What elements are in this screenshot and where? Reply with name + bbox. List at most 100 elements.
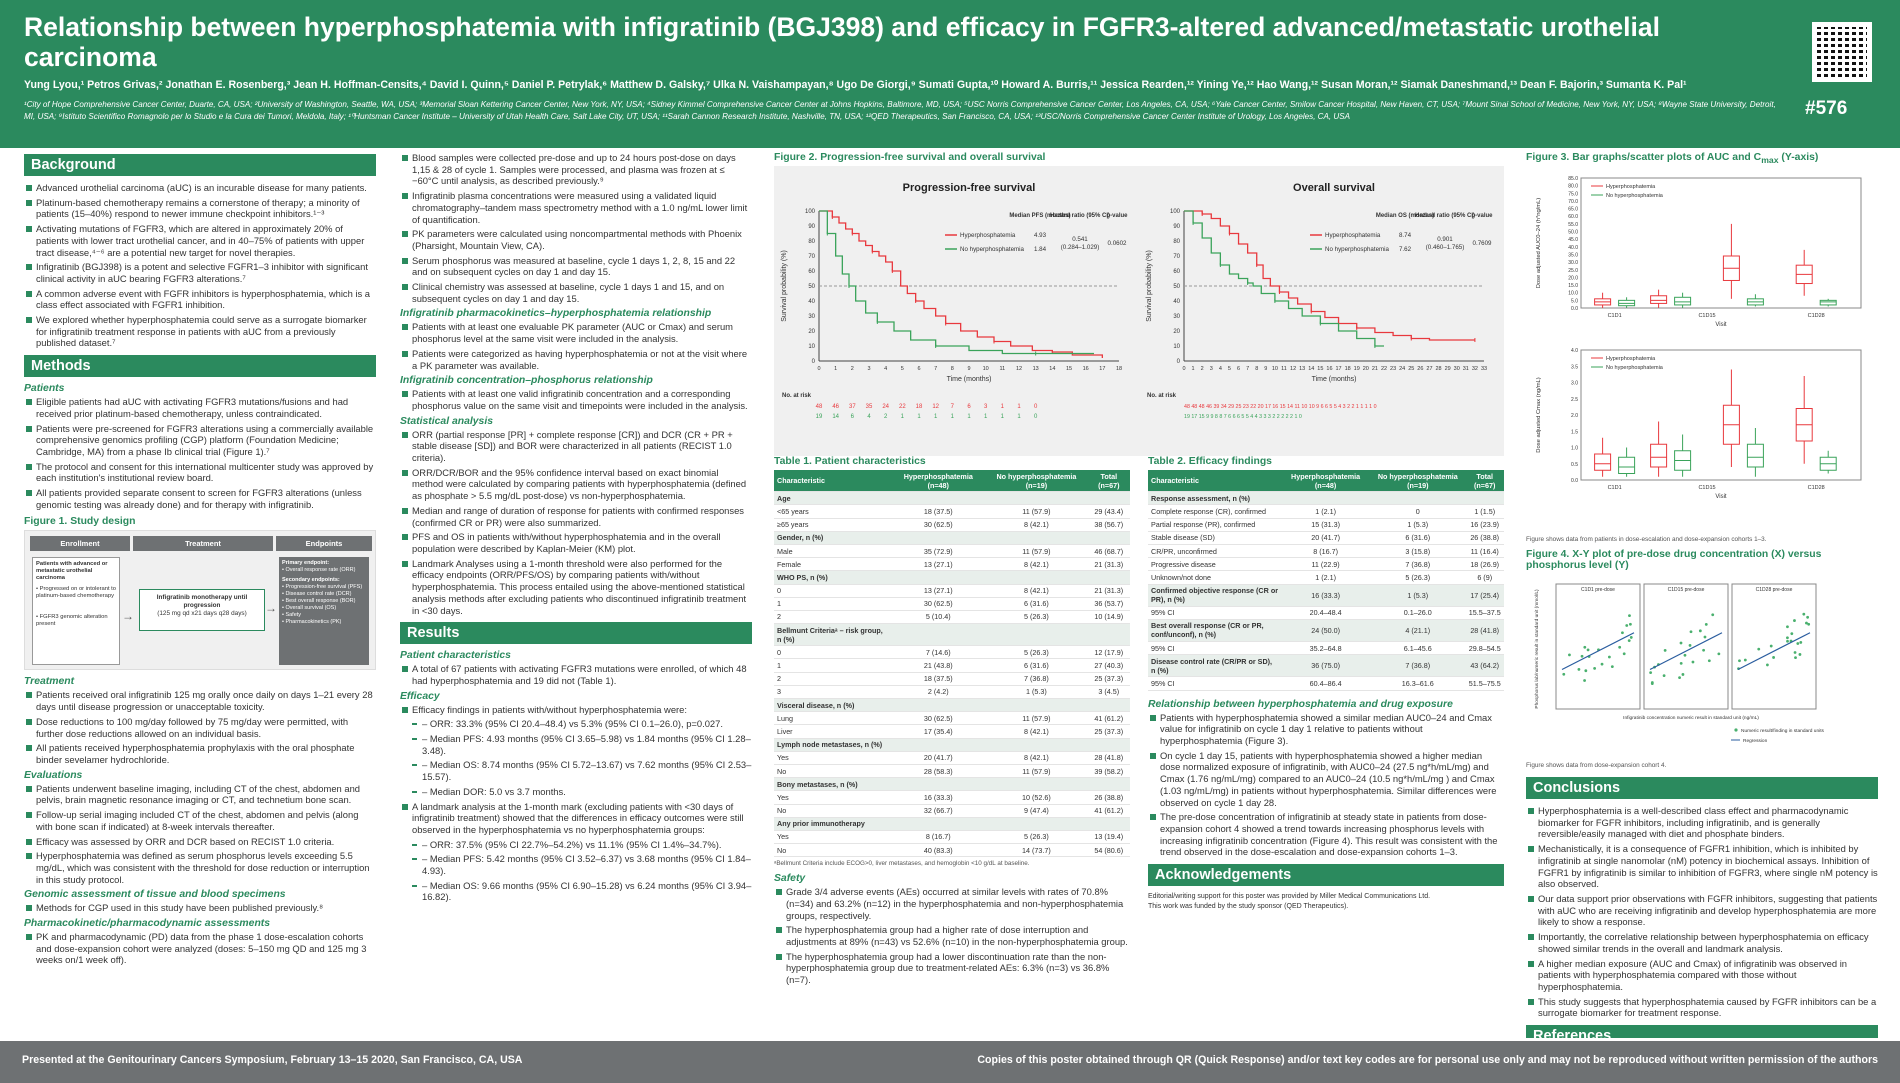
treatment-box: Infigratinib monotherapy until progressi…: [139, 589, 265, 632]
table-cell: 26 (38.8): [1087, 790, 1130, 805]
median-nonhyper: 7.62: [1399, 246, 1412, 253]
table-cell: 32 (66.7): [891, 804, 986, 818]
at-risk-hyper: 37: [849, 404, 856, 410]
table-cell: Visceral disease, n (%): [774, 698, 892, 713]
conclusions-list: Hyperphosphatemia is a well-described cl…: [1526, 805, 1878, 1019]
scatter-point: [1610, 665, 1614, 669]
col-hr-header: Hazard ratio (95% CI): [1415, 213, 1475, 219]
text-line: • Overall survival (OS): [282, 605, 337, 612]
table-cell: 15.5–37.5: [1465, 606, 1504, 620]
table-cell: Complete response (CR), confirmed: [1148, 504, 1282, 519]
table-cell: [1087, 491, 1130, 506]
table-cell: 10 (52.6): [985, 790, 1088, 805]
at-risk-nonhyper: 1: [951, 414, 955, 420]
table-row: Bony metastases, n (%): [774, 777, 1130, 792]
table-cell: 28 (41.8): [1087, 751, 1130, 765]
table-cell: 2: [774, 610, 892, 625]
legend-nonhyper: No hyperphosphatemia: [960, 246, 1025, 253]
methods-heading: Methods: [24, 355, 376, 378]
y-tick-label: 0.0: [1571, 478, 1578, 484]
y-axis-label: Survival probability (%): [781, 250, 788, 322]
x-axis-label: Time (months): [1312, 376, 1357, 383]
x-axis-label: Infigratinib concentration numeric resul…: [1623, 715, 1759, 721]
panel-frame: [1555, 583, 1641, 710]
efficacy-sub-list: – ORR: 33.3% (95% CI 20.4–48.4) vs 5.3% …: [400, 718, 752, 797]
x-tick-label: 24: [1399, 366, 1405, 372]
panel-frame: [1643, 583, 1729, 710]
table-row: 95% CI 20.4–48.4 0.1–26.0 15.5–37.5: [1148, 606, 1504, 620]
box: [1674, 296, 1692, 306]
x-tick-label: 12: [1016, 366, 1022, 372]
table-cell: 28 (41.8): [1465, 619, 1504, 643]
y-tick-label: 20: [1173, 329, 1180, 335]
y-tick-label: 50: [808, 284, 815, 290]
bullet-item: Patients received oral infigratinib 125 …: [24, 689, 376, 712]
table-cell: [1281, 491, 1371, 506]
table-cell: 95% CI: [1148, 676, 1282, 691]
table-row: WHO PS, n (%): [774, 570, 1130, 585]
qr-code[interactable]: [1812, 22, 1872, 82]
at-risk-hyper: 7: [951, 404, 955, 410]
table-cell: Bony metastases, n (%): [774, 777, 892, 792]
table-cell: [1087, 817, 1130, 831]
table-cell: 15 (31.3): [1281, 518, 1371, 532]
y-axis-label: Phosphorus lab/numeric result in standar…: [1534, 589, 1540, 709]
x-tick-label: 0: [817, 366, 820, 372]
table-cell: [891, 738, 986, 752]
table-cell: Lung: [774, 711, 892, 726]
bullet-item: Landmark Analyses using a 1-month thresh…: [400, 558, 752, 617]
table-cell: 1 (5.3): [1370, 584, 1466, 607]
bullet-item: Efficacy findings in patients with/witho…: [400, 704, 752, 716]
box-plots: 85.0 80.075.0 70.0 65.060.0 55.0 50.045.0 40.0…: [1536, 176, 1862, 500]
figure-2-title: Figure 2. Progression-free survival and …: [774, 152, 1046, 163]
table-cell: [891, 817, 986, 831]
pk-hyper-heading: Infigratinib pharmacokinetics–hyperphosp…: [400, 308, 712, 320]
table-cell: 5 (26.3): [1370, 570, 1466, 585]
table-row: CR/PR, unconfirmed 8 (16.7) 3 (15.8) 11 (16…: [1148, 544, 1504, 559]
x-tick-label: 23: [1390, 366, 1396, 372]
efficacy-heading: Efficacy: [400, 690, 440, 702]
table-header-cell: Total (n=67): [1087, 470, 1130, 493]
pkpd-heading: Pharmacokinetic/pharmacodynamic assessme…: [24, 918, 271, 930]
scatter-point: [1688, 644, 1692, 647]
table-cell: 13 (27.1): [891, 557, 986, 572]
box: [1650, 295, 1668, 304]
table-cell: Male: [774, 544, 892, 559]
scatter-point: [1583, 645, 1587, 649]
scatter-point: [1711, 613, 1715, 617]
table-row: 95% CI 35.2–64.8 6.1–45.6 29.8–54.5: [1148, 641, 1504, 656]
table-cell: 5 (26.3): [985, 645, 1088, 660]
genomic-heading: Genomic assessment of tissue and blood s…: [24, 889, 286, 901]
text-line: • Best overall response (BOR): [282, 598, 356, 605]
y-tick-label: 100: [805, 209, 816, 215]
legend-nonhyper: No hyperphosphatemia: [1606, 365, 1664, 371]
y-tick-label: 0.5: [1571, 462, 1578, 468]
at-risk-label: No. at risk: [782, 393, 812, 399]
bullet-item: Efficacy was assessed by ORR and DCR bas…: [24, 836, 376, 848]
survival-curve: [819, 210, 1094, 355]
x-tick-label: 18: [1345, 366, 1351, 372]
x-tick-label: 13: [1299, 366, 1305, 372]
scatter-point: [1679, 641, 1683, 645]
table-cell: Yes: [774, 751, 892, 765]
column-4: Figure 3. Bar graphs/scatter plots of AU…: [1526, 152, 1878, 1038]
table-row: <65 years 18 (37.5) 11 (57.9) 29 (43.4): [774, 504, 1130, 519]
table-cell: [985, 817, 1088, 831]
table-cell: [1087, 698, 1130, 713]
efficacy-list: Efficacy findings in patients with/witho…: [400, 704, 752, 716]
table-cell: 6 (31.6): [985, 658, 1088, 673]
table-2: Table 2. Efficacy findings Characteristi…: [1148, 450, 1504, 912]
bullet-item: Median and range of duration of response…: [400, 505, 752, 528]
at-risk-nonhyper: 1: [1001, 414, 1005, 420]
hazard-ratio: 0.901: [1437, 236, 1453, 243]
x-tick-label: 3: [867, 366, 870, 372]
scatter-point: [1794, 656, 1797, 660]
x-tick-label: 22: [1381, 366, 1387, 372]
scatter-point: [1683, 653, 1687, 657]
scatter-point: [1662, 674, 1666, 678]
bullet-item: We explored whether hyperphosphatemia co…: [24, 314, 376, 349]
table-row: Any prior immunotherapy: [774, 817, 1130, 831]
x-tick-label: 5: [1228, 366, 1231, 372]
bullet-item: The protocol and consent for this intern…: [24, 461, 376, 484]
text-line: • Progression-free survival (PFS): [282, 584, 363, 591]
